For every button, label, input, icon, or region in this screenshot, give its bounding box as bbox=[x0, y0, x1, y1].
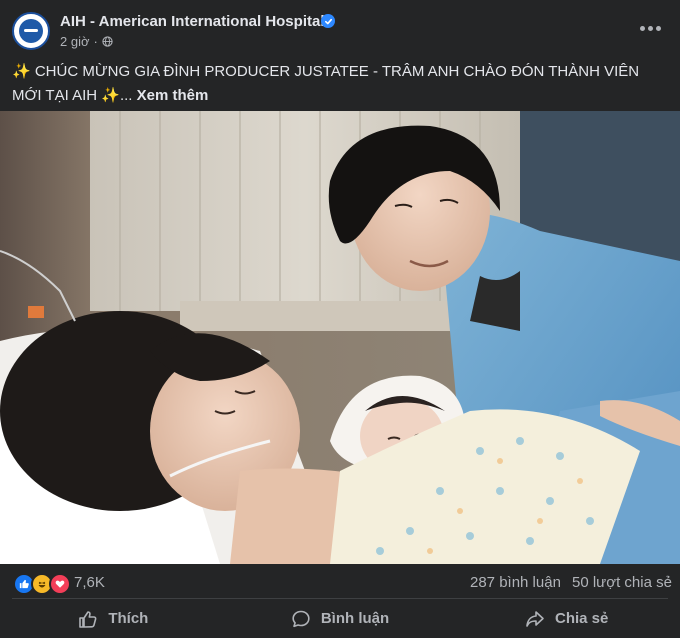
post-time[interactable]: 2 giờ bbox=[60, 34, 90, 49]
more-dot bbox=[655, 25, 661, 31]
post-meta: 2 giờ · bbox=[60, 34, 113, 49]
like-label: Thích bbox=[108, 610, 149, 627]
more-options-button[interactable] bbox=[636, 18, 664, 38]
post-caption: ✨ CHÚC MỪNG GIA ĐÌNH PRODUCER JUSTATEE -… bbox=[12, 60, 664, 108]
comment-label: Bình luận bbox=[320, 610, 390, 627]
post-actions: Thích Bình luận Chia sẻ bbox=[0, 599, 680, 638]
more-dot bbox=[639, 25, 645, 31]
newborn-family-photo bbox=[0, 111, 680, 564]
share-label: Chia sẻ bbox=[555, 610, 609, 627]
like-button[interactable]: Thích bbox=[0, 599, 227, 638]
love-icon bbox=[49, 573, 71, 595]
comment-bubble-icon bbox=[292, 610, 310, 627]
caption-text: ✨ CHÚC MỪNG GIA ĐÌNH PRODUCER JUSTATEE -… bbox=[12, 63, 640, 104]
post-header: AIH - American International Hospital 2 … bbox=[0, 0, 680, 58]
facebook-post: AIH - American International Hospital 2 … bbox=[0, 0, 680, 638]
reactions-bar: 7,6K 287 bình luận 50 lượt chia sẻ bbox=[0, 564, 680, 602]
post-photo[interactable] bbox=[0, 111, 680, 564]
thumbs-up-icon bbox=[79, 610, 97, 628]
page-name[interactable]: AIH - American International Hospital bbox=[60, 13, 325, 30]
comment-button[interactable]: Bình luận bbox=[227, 599, 454, 638]
reaction-icons[interactable] bbox=[13, 573, 71, 595]
comments-count[interactable]: 287 bình luận bbox=[470, 574, 561, 591]
aih-logo-icon bbox=[19, 19, 43, 43]
reaction-count[interactable]: 7,6K bbox=[74, 574, 105, 591]
see-more-link[interactable]: Xem thêm bbox=[137, 87, 209, 104]
page-avatar[interactable] bbox=[12, 12, 50, 50]
globe-icon bbox=[102, 36, 113, 47]
share-button[interactable]: Chia sẻ bbox=[453, 599, 680, 638]
verified-badge-icon bbox=[321, 14, 335, 28]
more-dot bbox=[647, 25, 653, 31]
shares-count[interactable]: 50 lượt chia sẻ bbox=[572, 574, 672, 591]
separator-dot: · bbox=[93, 34, 98, 49]
share-arrow-icon bbox=[526, 610, 544, 627]
